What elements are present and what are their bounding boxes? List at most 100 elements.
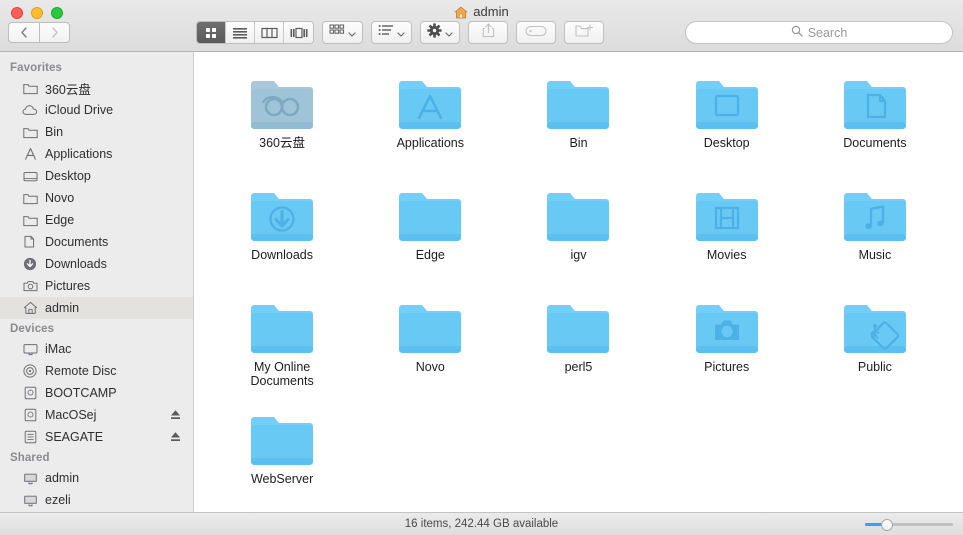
sidebar-item-desktop[interactable]: Desktop bbox=[0, 165, 193, 187]
sidebar-item-seagate[interactable]: SEAGATE bbox=[0, 426, 193, 448]
folder-plain-icon bbox=[249, 402, 315, 468]
folder-plain-icon bbox=[545, 178, 611, 244]
sidebar-item-shared-ezeli[interactable]: ezeli bbox=[0, 489, 193, 511]
hard-disk-icon bbox=[22, 407, 38, 423]
tags-button[interactable] bbox=[516, 21, 556, 44]
search-field[interactable]: Search bbox=[685, 21, 953, 44]
status-text: 16 items, 242.44 GB available bbox=[404, 518, 559, 530]
folder-movies-icon bbox=[694, 178, 760, 244]
sidebar-item-label: MacOSej bbox=[45, 408, 97, 422]
sidebar-item-label: Applications bbox=[45, 147, 113, 161]
file-grid: 360云盘 Applications Bin Desktop Documents… bbox=[194, 66, 963, 500]
window-titlebar: admin Search bbox=[0, 0, 963, 52]
sidebar-item-icloud-drive[interactable]: iCloud Drive bbox=[0, 99, 193, 121]
file-item[interactable]: Public bbox=[801, 290, 949, 388]
file-item[interactable]: Desktop bbox=[653, 66, 801, 164]
grid-arrange-icon bbox=[329, 24, 345, 42]
sidebar-item-imac[interactable]: iMac bbox=[0, 338, 193, 360]
home-icon bbox=[22, 300, 38, 316]
search-placeholder: Search bbox=[807, 25, 848, 40]
file-item[interactable]: Bin bbox=[504, 66, 652, 164]
eject-icon[interactable] bbox=[170, 409, 181, 424]
camera-icon bbox=[22, 278, 38, 294]
imac-icon bbox=[22, 341, 38, 357]
icon-view-button[interactable] bbox=[197, 22, 226, 43]
folder-pictures-icon bbox=[694, 290, 760, 356]
desktop-icon bbox=[22, 168, 38, 184]
group-button[interactable] bbox=[371, 21, 412, 44]
chevron-down-icon bbox=[397, 24, 405, 42]
sidebar[interactable]: Favorites 360云盘 iCloud Drive Bin Applica… bbox=[0, 52, 194, 512]
sidebar-item-label: iCloud Drive bbox=[45, 103, 114, 117]
folder-icon bbox=[22, 212, 38, 228]
folder-app-icon bbox=[397, 66, 463, 132]
eject-icon[interactable] bbox=[170, 431, 181, 446]
finder-window: admin Search Favorites 360云盘 iCloud Driv… bbox=[0, 0, 963, 535]
navigation-buttons bbox=[8, 22, 70, 43]
file-grid-area[interactable]: 360云盘 Applications Bin Desktop Documents… bbox=[194, 52, 963, 512]
cloud-icon bbox=[22, 102, 38, 118]
file-item[interactable]: Music bbox=[801, 178, 949, 276]
folder-desktop-icon bbox=[694, 66, 760, 132]
file-item[interactable]: 360云盘 bbox=[208, 66, 356, 164]
file-name: perl5 bbox=[564, 360, 593, 374]
new-folder-button[interactable] bbox=[564, 21, 604, 44]
file-name: Desktop bbox=[703, 136, 750, 150]
sidebar-item-macosej[interactable]: MacOSej bbox=[0, 404, 193, 426]
sidebar-item-label: Documents bbox=[45, 235, 109, 249]
sidebar-item-label: Remote Disc bbox=[45, 364, 117, 378]
sidebar-item-label: BOOTCAMP bbox=[45, 386, 117, 400]
forward-button[interactable] bbox=[39, 22, 70, 43]
arrange-button[interactable] bbox=[322, 21, 363, 44]
file-item[interactable]: Downloads bbox=[208, 178, 356, 276]
file-item[interactable]: Pictures bbox=[653, 290, 801, 388]
icon-size-slider[interactable] bbox=[865, 518, 953, 531]
sidebar-item-applications[interactable]: Applications bbox=[0, 143, 193, 165]
view-mode-segmented-control bbox=[196, 21, 314, 44]
home-icon bbox=[454, 6, 468, 19]
column-view-button[interactable] bbox=[255, 22, 284, 43]
sidebar-item-label: SEAGATE bbox=[45, 430, 104, 444]
sidebar-item-downloads[interactable]: Downloads bbox=[0, 253, 193, 275]
chevron-down-icon bbox=[348, 24, 356, 42]
share-button[interactable] bbox=[468, 21, 508, 44]
sidebar-item-remote-disc[interactable]: Remote Disc bbox=[0, 360, 193, 382]
file-name: Bin bbox=[569, 136, 588, 150]
action-button[interactable] bbox=[420, 21, 460, 44]
sidebar-item-bootcamp[interactable]: BOOTCAMP bbox=[0, 382, 193, 404]
gear-icon bbox=[427, 22, 442, 43]
gallery-view-button[interactable] bbox=[284, 22, 313, 43]
sidebar-item-admin[interactable]: admin bbox=[0, 297, 193, 319]
sidebar-item-bin[interactable]: Bin bbox=[0, 121, 193, 143]
file-name: Downloads bbox=[251, 248, 314, 262]
slider-knob[interactable] bbox=[881, 518, 893, 531]
file-item[interactable]: Novo bbox=[356, 290, 504, 388]
sidebar-section-devices: Devices bbox=[10, 323, 55, 335]
file-name: Public bbox=[857, 360, 892, 374]
folder-plain-icon bbox=[249, 290, 315, 356]
file-item[interactable]: WebServer bbox=[208, 402, 356, 500]
sidebar-item-pictures[interactable]: Pictures bbox=[0, 275, 193, 297]
back-button[interactable] bbox=[8, 22, 39, 43]
file-item[interactable]: Documents bbox=[801, 66, 949, 164]
folder-icon bbox=[22, 80, 38, 96]
file-item[interactable]: Applications bbox=[356, 66, 504, 164]
file-item[interactable]: Edge bbox=[356, 178, 504, 276]
file-item[interactable]: My Online Documents bbox=[208, 290, 356, 388]
applications-icon bbox=[22, 146, 38, 162]
sidebar-item-shared-admin[interactable]: admin bbox=[0, 467, 193, 489]
file-item[interactable]: Movies bbox=[653, 178, 801, 276]
sidebar-item-documents[interactable]: Documents bbox=[0, 231, 193, 253]
sidebar-item-novo[interactable]: Novo bbox=[0, 187, 193, 209]
sidebar-item-label: Bin bbox=[45, 125, 64, 139]
sidebar-item-edge[interactable]: Edge bbox=[0, 209, 193, 231]
tag-icon bbox=[525, 24, 547, 42]
window-body: Favorites 360云盘 iCloud Drive Bin Applica… bbox=[0, 52, 963, 512]
shared-computer-icon bbox=[22, 470, 38, 486]
folder-icon bbox=[22, 190, 38, 206]
list-view-button[interactable] bbox=[226, 22, 255, 43]
file-item[interactable]: igv bbox=[504, 178, 652, 276]
sidebar-item-360yunpan[interactable]: 360云盘 bbox=[0, 77, 193, 99]
file-item[interactable]: perl5 bbox=[504, 290, 652, 388]
file-name: Novo bbox=[415, 360, 445, 374]
